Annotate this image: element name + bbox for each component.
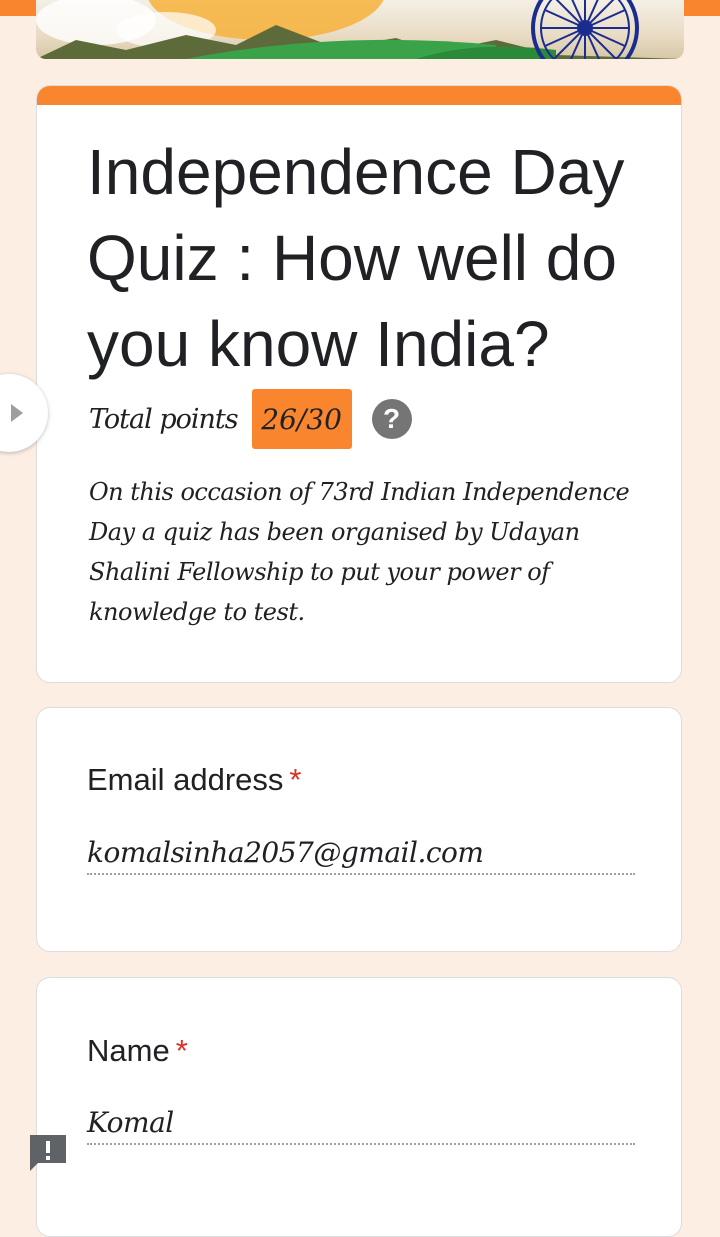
expand-arrow-icon: [11, 404, 23, 422]
question-label: Name *: [87, 1033, 188, 1069]
header-banner-image: [36, 0, 684, 59]
report-problem-icon: [30, 1135, 66, 1171]
question-card-name: Name * Komal: [36, 977, 682, 1237]
help-icon[interactable]: ?: [371, 399, 412, 439]
form-header-card: Independence Day Quiz : How well do you …: [36, 85, 682, 683]
email-answer-field: komalsinha2057@gmail.com: [87, 836, 635, 875]
total-points-row: Total points 26/30 ?: [89, 389, 412, 449]
required-asterisk: *: [175, 1033, 188, 1068]
report-problem-button[interactable]: [28, 1133, 68, 1173]
card-accent-bar: [37, 86, 681, 105]
question-label: Email address *: [87, 762, 302, 798]
total-points-label: Total points: [89, 403, 239, 435]
score-badge: 26/30: [251, 389, 352, 449]
form-title: Independence Day Quiz : How well do you …: [87, 136, 625, 380]
question-card-email: Email address * komalsinha2057@gmail.com: [36, 707, 682, 952]
required-asterisk: *: [289, 762, 302, 797]
question-label-text: Name: [87, 1033, 170, 1068]
name-answer-field: Komal: [87, 1106, 635, 1145]
question-label-text: Email address: [87, 762, 284, 797]
form-description: On this occasion of 73rd Indian Independ…: [89, 478, 630, 626]
